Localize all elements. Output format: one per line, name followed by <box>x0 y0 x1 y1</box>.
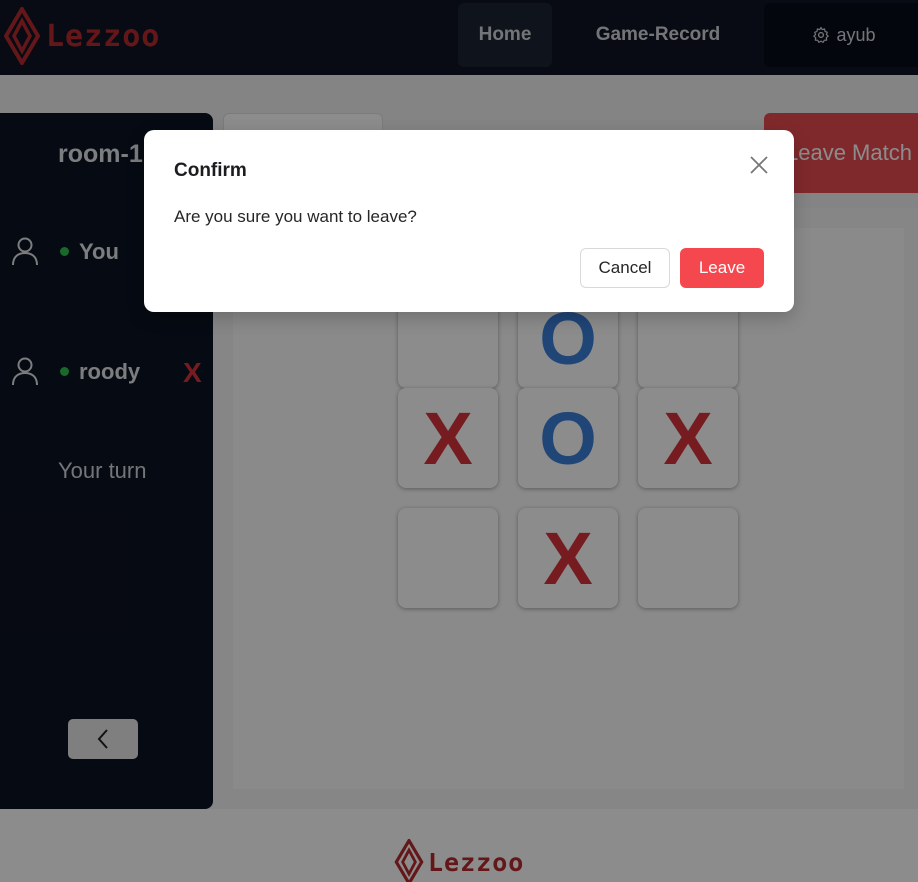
close-icon <box>750 156 768 174</box>
dialog-title: Confirm <box>174 160 247 181</box>
cancel-button[interactable]: Cancel <box>580 248 670 288</box>
close-button[interactable] <box>746 152 772 178</box>
leave-button[interactable]: Leave <box>680 248 764 288</box>
confirm-dialog: Confirm Are you sure you want to leave? … <box>144 130 794 312</box>
dialog-message: Are you sure you want to leave? <box>174 207 417 226</box>
